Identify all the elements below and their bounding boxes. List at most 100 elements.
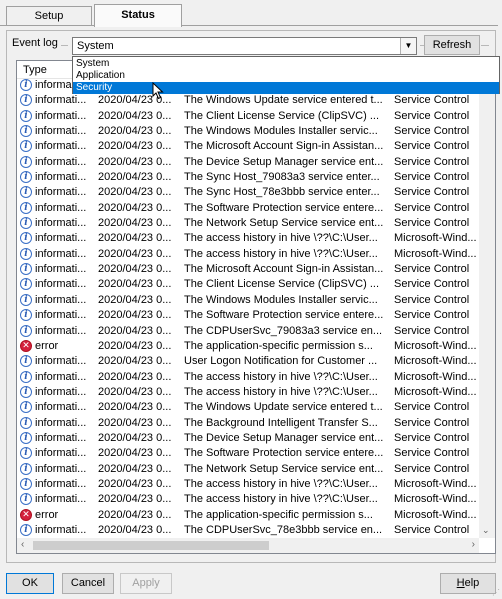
help-button[interactable]: Help — [440, 573, 496, 594]
cell-date: 2020/04/23 0... — [98, 416, 172, 429]
tab-setup[interactable]: Setup — [6, 6, 92, 26]
cell-source: Microsoft-Wind... — [394, 232, 477, 245]
cell-description: The access history in hive \??\C:\User..… — [184, 477, 378, 490]
table-row[interactable]: i informati... 2020/04/23 0... The Sync Hos… — [17, 170, 495, 185]
table-row[interactable]: i informati... 2020/04/23 0... The Device S… — [17, 431, 495, 446]
cell-source: Service Control — [394, 416, 470, 429]
cell-type: informati... — [35, 431, 87, 444]
cell-source: Service Control — [394, 462, 470, 475]
cell-date: 2020/04/23 0... — [98, 508, 172, 521]
table-row[interactable]: i informati... 2020/04/23 0... The Windows … — [17, 124, 495, 139]
cell-description: The CDPUserSvc_78e3bbb service en... — [184, 523, 383, 536]
cell-date: 2020/04/23 0... — [98, 355, 172, 368]
table-row[interactable]: i informati... 2020/04/23 0... The Software… — [17, 446, 495, 461]
table-row[interactable]: ✕ error 2020/04/23 0... The application-spe… — [17, 508, 495, 523]
ok-button[interactable]: OK — [6, 573, 54, 594]
tab-status[interactable]: Status — [94, 4, 182, 27]
option-application[interactable]: Application — [73, 70, 499, 82]
event-list[interactable]: Type i informa i informati... 2020/04/23 0… — [16, 60, 496, 554]
cell-type: informati... — [35, 94, 87, 107]
column-header-type[interactable]: Type — [23, 64, 47, 76]
cell-type: informati... — [35, 309, 87, 322]
option-system[interactable]: System — [73, 58, 499, 70]
table-row[interactable]: i informati... 2020/04/23 0... The CDPUserS… — [17, 523, 495, 538]
cell-date: 2020/04/23 0... — [98, 523, 172, 536]
cell-type: informati... — [35, 155, 87, 168]
table-row[interactable]: i informati... 2020/04/23 0... The Sync Hos… — [17, 185, 495, 200]
info-icon: i — [20, 416, 32, 429]
cell-type: informati... — [35, 201, 87, 214]
table-row[interactable]: ✕ error 2020/04/23 0... The application-spe… — [17, 339, 495, 354]
cell-type: informati... — [35, 186, 87, 199]
table-row[interactable]: i informati... 2020/04/23 0... The Windows … — [17, 400, 495, 415]
scroll-right-icon[interactable]: › — [472, 539, 475, 550]
cell-description: The application-specific permission s... — [184, 508, 373, 521]
table-row[interactable]: i informati... 2020/04/23 0... The Device S… — [17, 155, 495, 170]
cell-source: Microsoft-Wind... — [394, 508, 477, 521]
cell-description: The access history in hive \??\C:\User..… — [184, 232, 378, 245]
resize-grip-icon[interactable]: ⋰ — [492, 588, 500, 597]
horizontal-scrollbar[interactable]: ‹ › — [17, 538, 479, 553]
table-row[interactable]: i informati... 2020/04/23 0... The access h… — [17, 492, 495, 507]
cell-source: Microsoft-Wind... — [394, 247, 477, 260]
table-row[interactable]: i informati... 2020/04/23 0... The Network … — [17, 462, 495, 477]
table-row[interactable]: i informati... 2020/04/23 0... The access h… — [17, 370, 495, 385]
refresh-button[interactable]: Refresh — [424, 35, 480, 55]
table-row[interactable]: i informati... 2020/04/23 0... The Backgrou… — [17, 416, 495, 431]
table-row[interactable]: i informati... 2020/04/23 0... The Microsof… — [17, 262, 495, 277]
cell-type: informati... — [35, 140, 87, 153]
table-row[interactable]: i informati... 2020/04/23 0... The access h… — [17, 477, 495, 492]
cell-date: 2020/04/23 0... — [98, 462, 172, 475]
info-icon: i — [20, 493, 32, 506]
chevron-down-icon[interactable]: ▼ — [400, 38, 416, 54]
option-security[interactable]: Security — [73, 82, 499, 94]
table-row[interactable]: i informati... 2020/04/23 0... The Software… — [17, 201, 495, 216]
cell-description: The Device Setup Manager service ent... — [184, 431, 384, 444]
tab-strip: Setup Status — [0, 0, 502, 27]
cell-source: Service Control — [394, 309, 470, 322]
table-row[interactable]: i informati... 2020/04/23 0... The Client L… — [17, 277, 495, 292]
info-icon: i — [20, 140, 32, 153]
table-row[interactable]: i informati... 2020/04/23 0... The Windows … — [17, 93, 495, 108]
cell-description: The CDPUserSvc_79083a3 service en... — [184, 324, 383, 337]
info-icon: i — [20, 401, 32, 414]
cell-source: Service Control — [394, 155, 470, 168]
scroll-down-icon[interactable]: ⌄ — [482, 525, 490, 536]
cell-description: The access history in hive \??\C:\User..… — [184, 370, 378, 383]
table-row[interactable]: i informati... 2020/04/23 0... The Microsof… — [17, 139, 495, 154]
info-icon: i — [20, 201, 32, 214]
event-log-dropdown-list: System Application Security — [72, 56, 500, 94]
table-row[interactable]: i informati... 2020/04/23 0... The access h… — [17, 247, 495, 262]
cell-description: The Device Setup Manager service ent... — [184, 155, 384, 168]
table-row[interactable]: i informati... 2020/04/23 0... The access h… — [17, 231, 495, 246]
info-icon: i — [20, 431, 32, 444]
cell-type: informati... — [35, 493, 87, 506]
table-row[interactable]: i informati... 2020/04/23 0... The Windows … — [17, 293, 495, 308]
cell-type: informati... — [35, 217, 87, 230]
cell-description: The Background Intelligent Transfer S... — [184, 416, 378, 429]
cell-type: informati... — [35, 109, 87, 122]
scroll-left-icon[interactable]: ‹ — [21, 539, 24, 550]
cell-source: Microsoft-Wind... — [394, 370, 477, 383]
table-row[interactable]: i informati... 2020/04/23 0... The access h… — [17, 385, 495, 400]
cell-description: User Logon Notification for Customer ... — [184, 355, 378, 368]
cell-date: 2020/04/23 0... — [98, 263, 172, 276]
apply-button[interactable]: Apply — [120, 573, 172, 594]
mouse-pointer-icon — [152, 82, 164, 100]
event-log-select[interactable]: System ▼ — [72, 37, 417, 55]
cell-date: 2020/04/23 0... — [98, 125, 172, 138]
table-row[interactable]: i informati... 2020/04/23 0... The CDPUserS… — [17, 324, 495, 339]
cell-date: 2020/04/23 0... — [98, 309, 172, 322]
cell-type: error — [35, 508, 59, 521]
table-row[interactable]: i informati... 2020/04/23 0... User Logon N… — [17, 354, 495, 369]
info-icon: i — [20, 523, 32, 536]
horizontal-scroll-thumb[interactable] — [33, 541, 269, 550]
table-row[interactable]: i informati... 2020/04/23 0... The Software… — [17, 308, 495, 323]
cell-type: informati... — [35, 401, 87, 414]
table-row[interactable]: i informati... 2020/04/23 0... The Client L… — [17, 109, 495, 124]
cell-source: Microsoft-Wind... — [394, 493, 477, 506]
vertical-scrollbar[interactable]: ⌄ — [479, 78, 495, 538]
table-row[interactable]: i informati... 2020/04/23 0... The Network … — [17, 216, 495, 231]
cancel-button[interactable]: Cancel — [62, 573, 114, 594]
event-log-selected-value: System — [77, 40, 114, 52]
